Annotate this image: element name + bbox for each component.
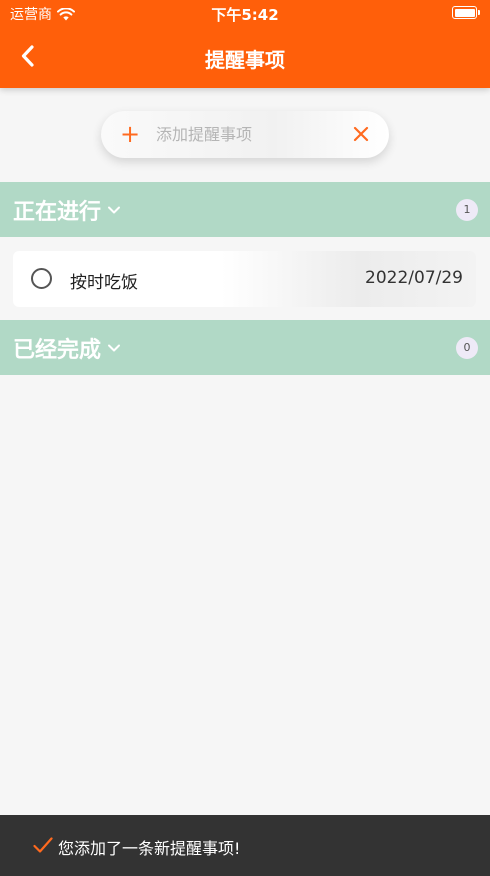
battery-icon <box>452 6 480 19</box>
page-title: 提醒事项 <box>205 48 285 72</box>
chevron-down-icon <box>108 344 121 352</box>
task-item[interactable]: 按时吃饭 2022/07/29 <box>13 251 476 307</box>
status-time: 下午5:42 <box>211 6 279 24</box>
task-checkbox[interactable] <box>31 268 52 289</box>
toast-message: 您添加了一条新提醒事项! <box>58 839 241 858</box>
add-reminder-bar: + <box>101 111 389 158</box>
count-badge: 0 <box>456 337 478 359</box>
section-header-completed[interactable]: 已经完成 0 <box>0 320 490 375</box>
task-title: 按时吃饭 <box>70 273 138 293</box>
add-reminder-input[interactable] <box>156 119 336 150</box>
nav-bar: 提醒事项 <box>0 26 490 88</box>
checkmark-icon <box>33 836 53 854</box>
section-title: 已经完成 <box>13 332 121 364</box>
section-title-label: 已经完成 <box>13 338 102 363</box>
status-bar: 运营商 下午5:42 <box>0 0 490 26</box>
app-header: 运营商 下午5:42 提醒事项 <box>0 0 490 88</box>
section-title-label: 正在进行 <box>13 200 102 225</box>
chevron-down-icon <box>108 206 121 214</box>
count-badge: 1 <box>456 199 478 221</box>
section-header-in-progress[interactable]: 正在进行 1 <box>0 182 490 237</box>
task-date: 2022/07/29 <box>365 268 463 288</box>
toast-notification: 您添加了一条新提醒事项! <box>0 815 490 876</box>
plus-icon[interactable]: + <box>120 122 140 146</box>
section-title: 正在进行 <box>13 194 121 226</box>
close-icon[interactable] <box>351 124 371 144</box>
